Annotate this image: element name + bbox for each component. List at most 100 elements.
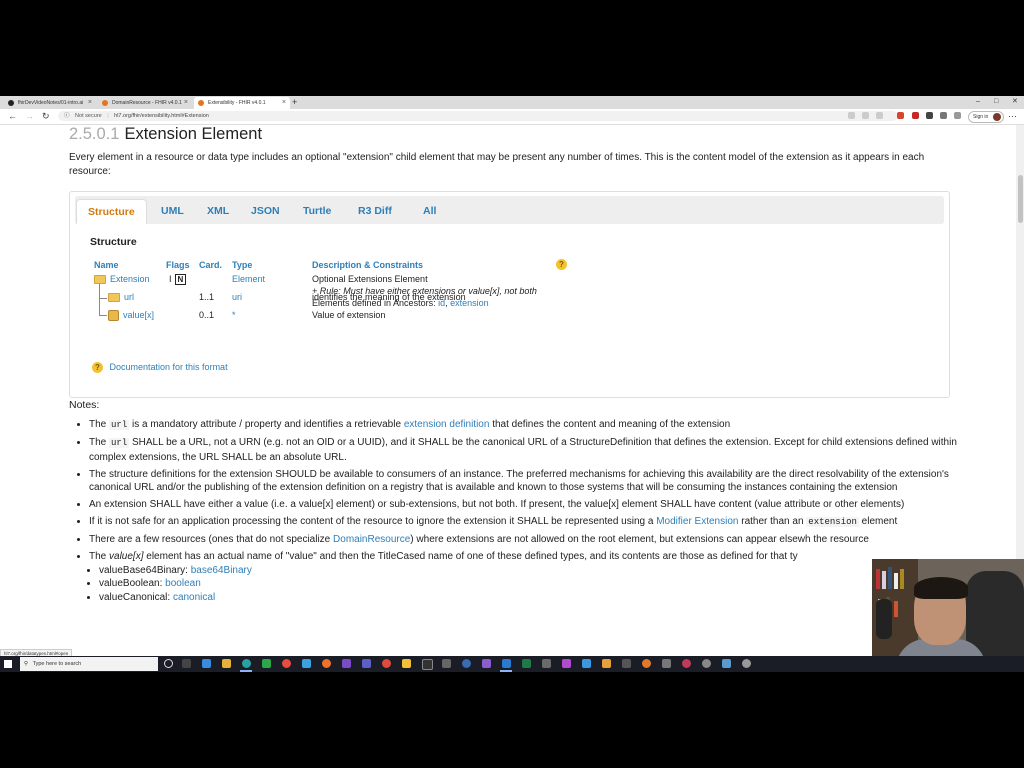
tab-r3-diff[interactable]: R3 Diff bbox=[347, 199, 403, 224]
extension-icon[interactable] bbox=[926, 112, 933, 119]
domainresource-link[interactable]: DomainResource bbox=[333, 534, 410, 545]
app-icon[interactable] bbox=[662, 659, 671, 668]
tab-uml[interactable]: UML bbox=[150, 199, 195, 224]
help-icon: ? bbox=[92, 362, 103, 373]
github-icon bbox=[8, 100, 14, 106]
modifier-extension-link[interactable]: Modifier Extension bbox=[656, 516, 738, 527]
browser-tab[interactable]: fhirDevVideoNotes/01-intro.ai × bbox=[4, 97, 96, 109]
list-item: The structure definitions for the extens… bbox=[89, 468, 959, 495]
taskbar: ⚲ Type here to search bbox=[0, 656, 1024, 672]
col-name[interactable]: Name bbox=[94, 260, 119, 270]
app-icon[interactable] bbox=[302, 659, 311, 668]
excel-icon[interactable] bbox=[522, 659, 531, 668]
screen: fhirDevVideoNotes/01-intro.ai × DomainRe… bbox=[0, 96, 1024, 672]
col-type[interactable]: Type bbox=[232, 260, 252, 270]
close-icon[interactable]: × bbox=[88, 97, 92, 109]
vlc-icon[interactable] bbox=[602, 659, 611, 668]
folder-icon bbox=[108, 293, 120, 303]
more-menu-icon[interactable]: ⋯ bbox=[1008, 110, 1017, 122]
collections-icon[interactable] bbox=[954, 112, 961, 119]
choice-type-icon bbox=[108, 310, 119, 322]
flags-cell: IN bbox=[169, 274, 187, 285]
firefox-icon[interactable] bbox=[322, 659, 331, 668]
normative-flag[interactable]: N bbox=[174, 274, 187, 285]
sign-in-button[interactable]: Sign in bbox=[968, 111, 1004, 123]
tree-line bbox=[99, 315, 107, 316]
translate-icon[interactable] bbox=[848, 112, 855, 119]
cortana-icon[interactable] bbox=[164, 659, 173, 668]
uri-type-link[interactable]: uri bbox=[232, 292, 242, 302]
close-icon[interactable]: × bbox=[282, 97, 286, 109]
visual-studio-icon[interactable] bbox=[482, 659, 491, 668]
tab-structure[interactable]: Structure bbox=[76, 199, 147, 224]
taskbar-search[interactable]: ⚲ Type here to search bbox=[20, 657, 158, 671]
app-icon[interactable] bbox=[342, 659, 351, 668]
app-icon[interactable] bbox=[642, 659, 651, 668]
col-description[interactable]: Description & Constraints bbox=[312, 260, 423, 270]
app-icon[interactable] bbox=[262, 659, 271, 668]
extensions-puzzle-icon[interactable] bbox=[940, 112, 947, 119]
extension-definition-link[interactable]: extension definition bbox=[404, 419, 490, 430]
folder-icon bbox=[94, 275, 106, 285]
app-icon[interactable] bbox=[382, 659, 391, 668]
app-icon[interactable] bbox=[542, 659, 551, 668]
windows-start-icon[interactable] bbox=[4, 660, 12, 668]
app-icon[interactable] bbox=[622, 659, 631, 668]
app-icon[interactable] bbox=[202, 659, 211, 668]
value-element-link[interactable]: value[x] bbox=[123, 310, 154, 320]
new-tab-icon[interactable]: + bbox=[292, 96, 297, 109]
window-close-icon[interactable]: ✕ bbox=[1012, 96, 1018, 108]
element-type-link[interactable]: Element bbox=[232, 274, 265, 284]
extension-icon[interactable] bbox=[912, 112, 919, 119]
tab-xml[interactable]: XML bbox=[196, 199, 240, 224]
url-field[interactable]: ⓘ Not secure | hl7.org/fhir/extensibilit… bbox=[58, 111, 898, 121]
reload-icon[interactable]: ↻ bbox=[42, 110, 50, 122]
browser-tab-active[interactable]: Extensibility - FHIR v4.0.1 × bbox=[194, 97, 290, 109]
col-flags[interactable]: Flags bbox=[166, 260, 190, 270]
url-element-link[interactable]: url bbox=[124, 292, 134, 302]
edge-icon[interactable] bbox=[242, 659, 251, 668]
app-icon[interactable] bbox=[742, 659, 751, 668]
table-row: Extension bbox=[94, 274, 150, 285]
col-card[interactable]: Card. bbox=[199, 260, 222, 270]
folder-icon[interactable] bbox=[402, 659, 411, 668]
tab-all[interactable]: All bbox=[412, 199, 447, 224]
terminal-icon[interactable] bbox=[422, 659, 433, 670]
app-icon[interactable] bbox=[702, 659, 711, 668]
tab-turtle[interactable]: Turtle bbox=[292, 199, 342, 224]
extension-link[interactable]: Extension bbox=[110, 274, 150, 284]
file-explorer-icon[interactable] bbox=[222, 659, 231, 668]
zoom-icon[interactable] bbox=[862, 112, 869, 119]
help-icon[interactable]: ? bbox=[556, 259, 567, 270]
base64binary-link[interactable]: base64Binary bbox=[191, 565, 252, 576]
app-icon[interactable] bbox=[462, 659, 471, 668]
app-icon[interactable] bbox=[442, 659, 451, 668]
canonical-link[interactable]: canonical bbox=[173, 592, 215, 603]
documentation-link[interactable]: Documentation for this format bbox=[110, 362, 228, 372]
chrome-icon[interactable] bbox=[282, 659, 291, 668]
profile-avatar bbox=[993, 113, 1001, 121]
fhir-flame-icon bbox=[102, 100, 108, 106]
vscode-icon[interactable] bbox=[502, 659, 511, 668]
browser-tab[interactable]: DomainResource - FHIR v4.0.1 × bbox=[98, 97, 192, 109]
maximize-icon[interactable]: □ bbox=[994, 96, 998, 108]
close-icon[interactable]: × bbox=[184, 97, 188, 109]
any-type-link[interactable]: * bbox=[232, 310, 236, 320]
task-view-icon[interactable] bbox=[182, 659, 191, 668]
forward-icon[interactable]: → bbox=[25, 110, 34, 122]
teams-icon[interactable] bbox=[362, 659, 371, 668]
list-item: If it is not safe for an application pro… bbox=[89, 515, 959, 530]
star-icon[interactable] bbox=[876, 112, 883, 119]
list-item: The url is a mandatory attribute / prope… bbox=[89, 418, 959, 433]
extension-icon[interactable] bbox=[897, 112, 904, 119]
app-icon[interactable] bbox=[722, 659, 731, 668]
app-icon[interactable] bbox=[682, 659, 691, 668]
onenote-icon[interactable] bbox=[562, 659, 571, 668]
boolean-link[interactable]: boolean bbox=[165, 578, 201, 589]
minimize-icon[interactable]: – bbox=[976, 96, 980, 108]
back-icon[interactable]: ← bbox=[8, 110, 17, 122]
tab-json[interactable]: JSON bbox=[240, 199, 291, 224]
app-icon[interactable] bbox=[582, 659, 591, 668]
scrollbar-thumb[interactable] bbox=[1018, 175, 1023, 223]
documentation-link-row: ? Documentation for this format bbox=[92, 362, 228, 373]
